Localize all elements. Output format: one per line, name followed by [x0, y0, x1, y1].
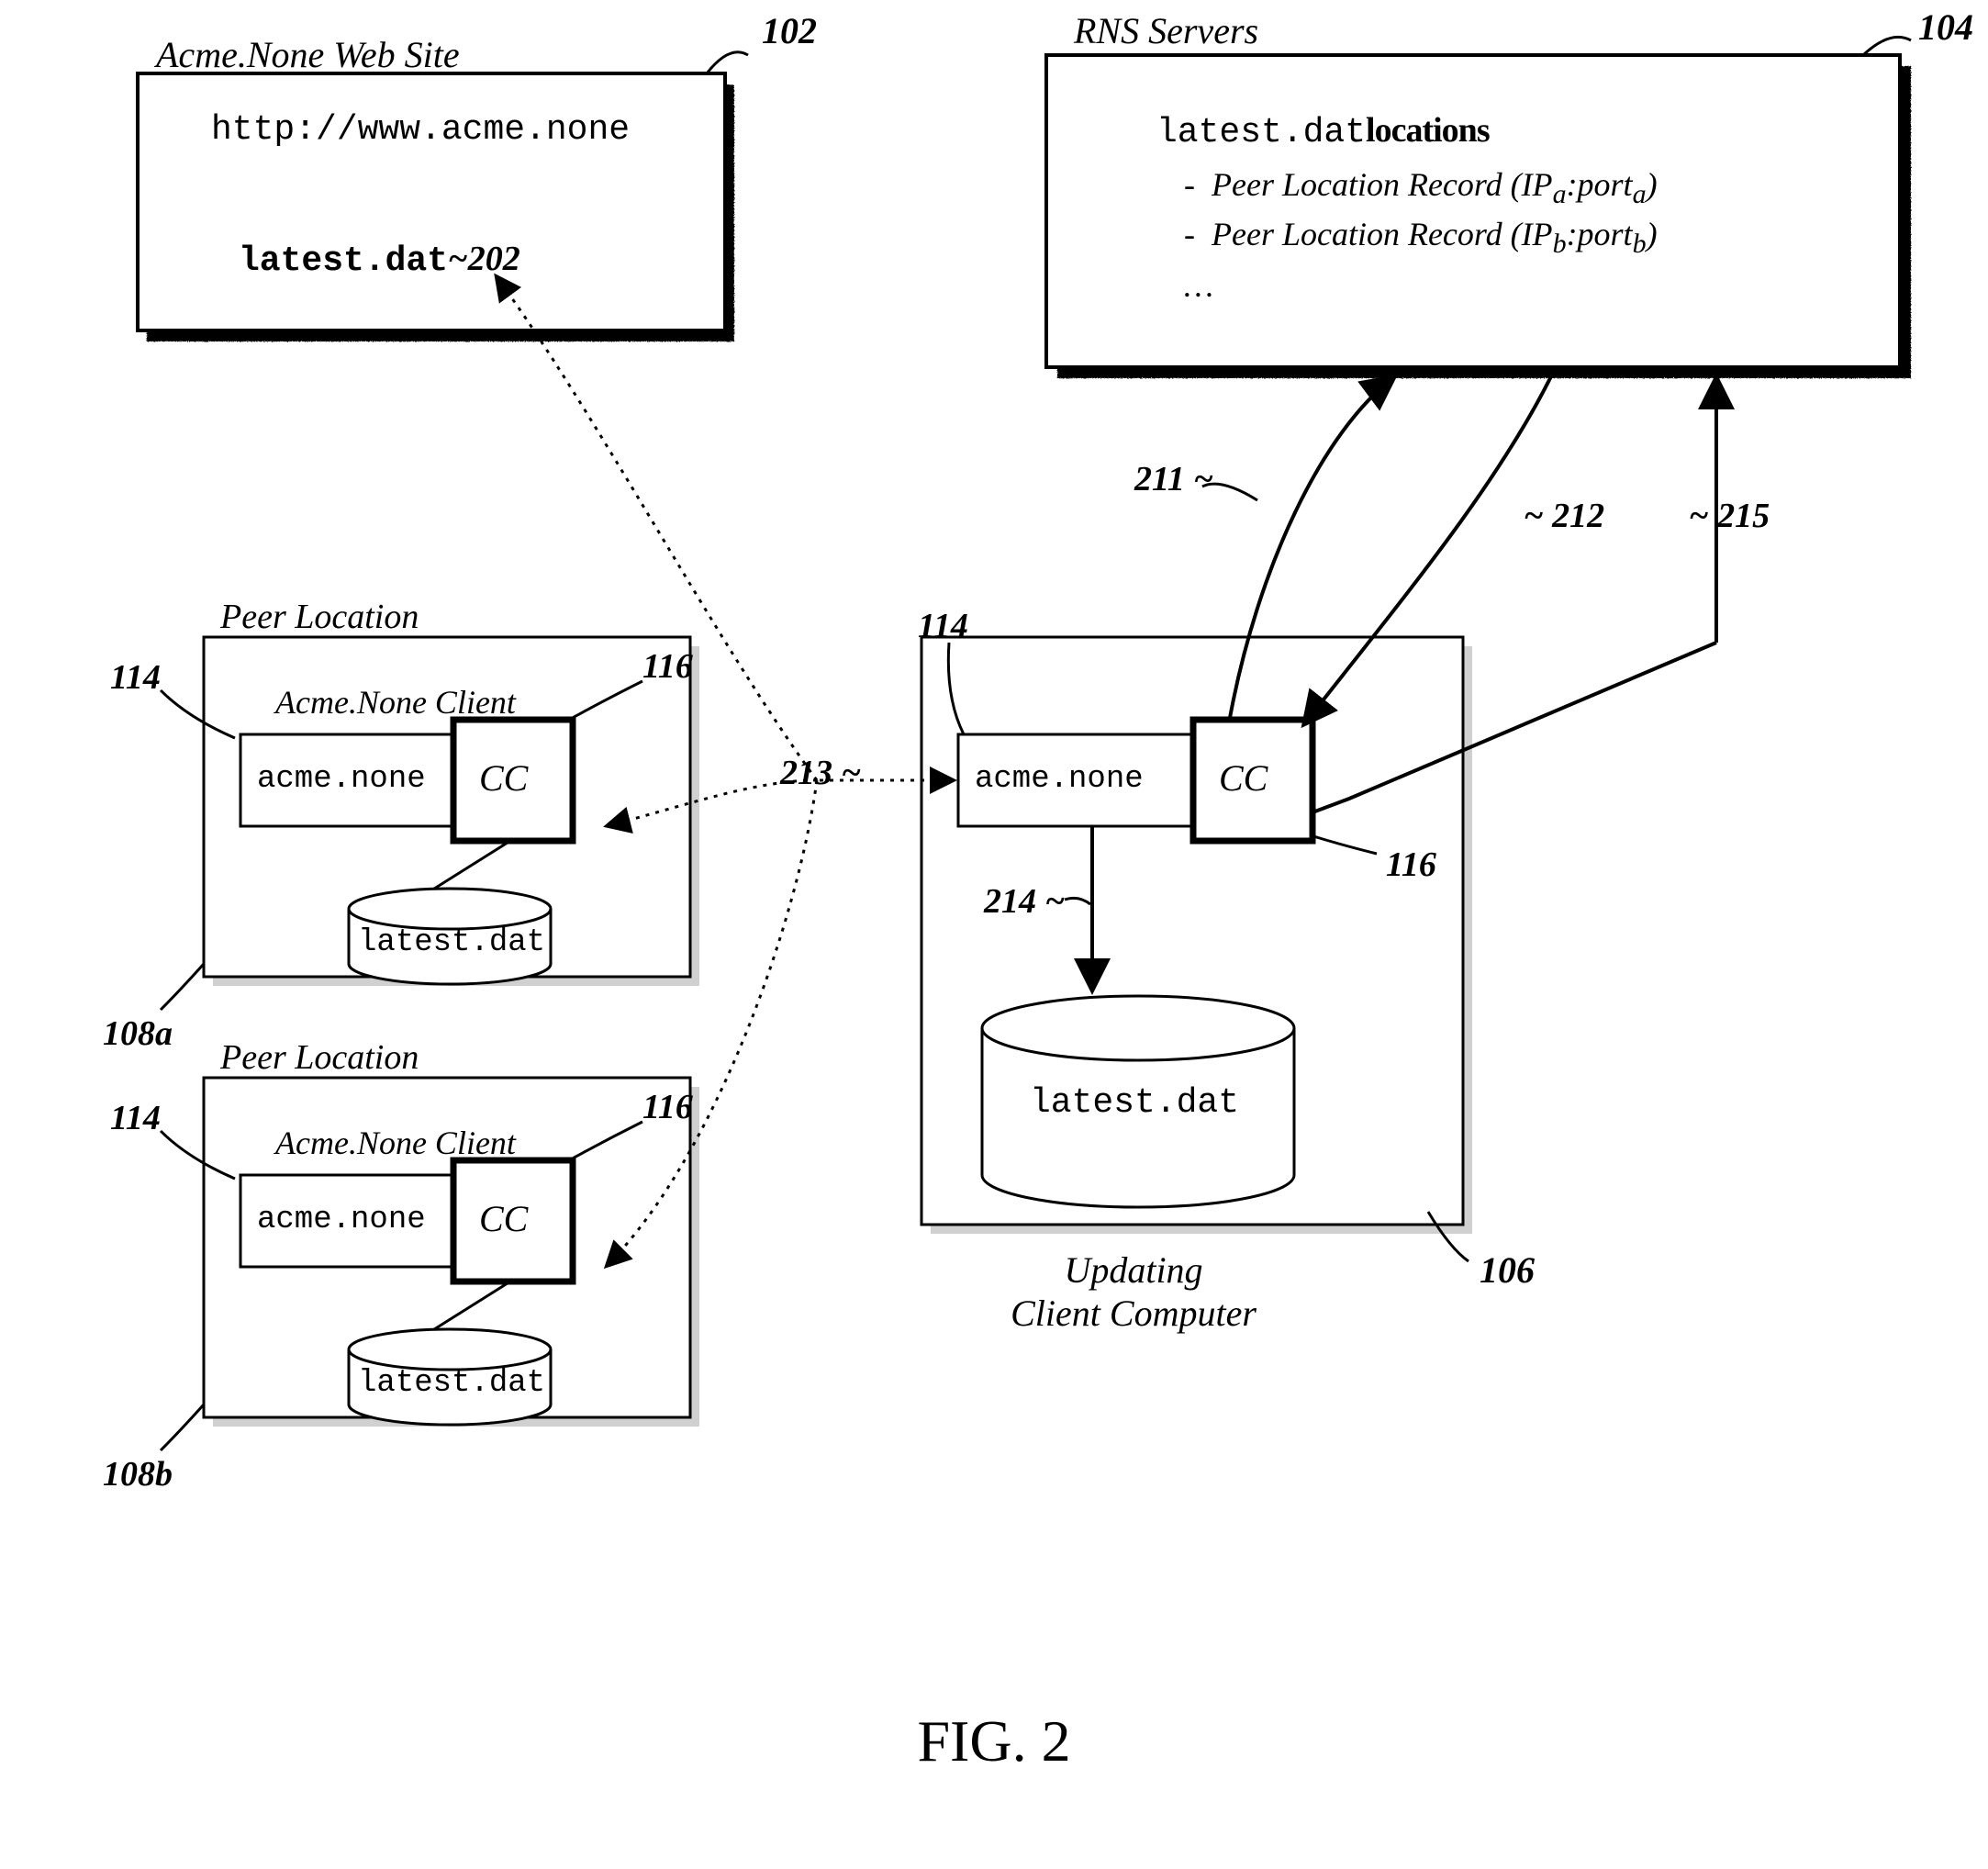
peer-a-subtitle: Acme.None Client — [275, 683, 516, 722]
rns-item-a: - Peer Location Record (IPa:porta) — [1184, 165, 1658, 210]
rns-item-b: - Peer Location Record (IPb:portb) — [1184, 215, 1658, 260]
client-app: acme.none — [975, 762, 1144, 797]
ref-202: ~202 — [448, 240, 520, 278]
website-file-text: latest.dat — [239, 241, 448, 281]
ref-106: 106 — [1480, 1248, 1535, 1292]
rns-file-line: latest.datlocations — [1156, 110, 1490, 152]
website-file: latest.dat~202 — [239, 239, 520, 281]
figure-label: FIG. 2 — [0, 1707, 1988, 1775]
ref-102: 102 — [762, 9, 817, 52]
rns-title: RNS Servers — [1074, 9, 1258, 52]
peer-b-app: acme.none — [257, 1203, 426, 1237]
rns-file: latest.dat — [1156, 113, 1366, 152]
peer-a-title: Peer Location — [220, 597, 419, 637]
ref-108b: 108b — [103, 1454, 173, 1494]
ref-116-c: 116 — [1386, 845, 1436, 885]
peer-b-subtitle: Acme.None Client — [275, 1124, 516, 1162]
ref-116-b: 116 — [642, 1087, 693, 1127]
peer-b-file: latest.dat — [358, 1366, 545, 1401]
label-213: 213 ~ — [780, 753, 861, 793]
website-title: Acme.None Web Site — [156, 33, 460, 76]
client-cc: CC — [1219, 756, 1268, 800]
client-file: latest.dat — [1030, 1083, 1239, 1123]
rns-locations-label: locations — [1366, 111, 1490, 150]
peer-a-cc: CC — [479, 756, 528, 800]
peer-a-file: latest.dat — [358, 925, 545, 960]
ref-108a: 108a — [103, 1013, 173, 1054]
diagram-stage: Acme.None Web Site http://www.acme.none … — [0, 0, 1988, 1869]
label-214: 214 ~ — [984, 881, 1065, 922]
ref-114-a: 114 — [110, 657, 161, 698]
peer-b-cc: CC — [479, 1197, 528, 1240]
label-211: 211 ~ — [1134, 459, 1213, 499]
peer-a-app: acme.none — [257, 762, 426, 797]
website-url: http://www.acme.none — [211, 110, 630, 150]
rns-ellipsis: … — [1184, 266, 1213, 305]
peer-b-title: Peer Location — [220, 1037, 419, 1078]
ref-114-b: 114 — [110, 1098, 161, 1138]
label-212: ~ 212 — [1524, 496, 1604, 536]
label-215: ~ 215 — [1689, 496, 1770, 536]
ref-104: 104 — [1918, 6, 1973, 49]
ref-114-c: 114 — [918, 606, 968, 646]
client-title: Updating Client Computer — [973, 1248, 1294, 1335]
ref-116-a: 116 — [642, 646, 693, 687]
